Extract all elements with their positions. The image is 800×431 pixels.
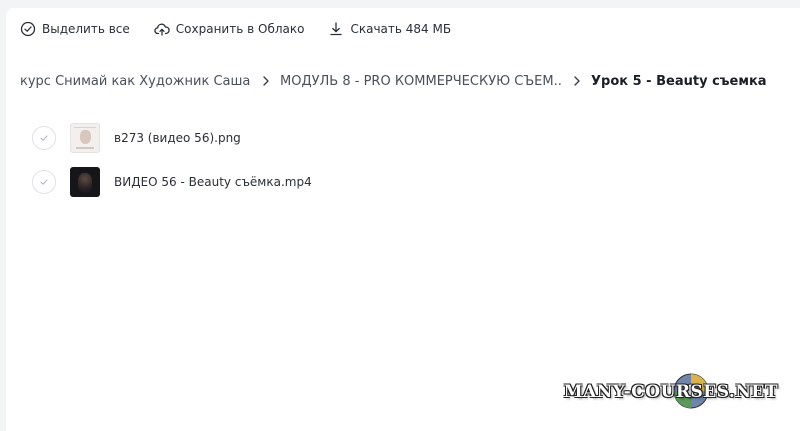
- watermark-text: MANY-COURSES.NET: [563, 382, 778, 402]
- file-select-checkbox[interactable]: [32, 170, 56, 194]
- cloud-upload-icon: [154, 23, 170, 36]
- save-to-cloud-label: Сохранить в Облако: [175, 22, 305, 36]
- file-row[interactable]: в273 (видео 56).png: [32, 116, 432, 160]
- breadcrumb-item-course[interactable]: курс Снимай как Художник Саша ко...: [20, 74, 252, 89]
- file-name: ВИДЕО 56 - Beauty съёмка.mp4: [114, 175, 312, 189]
- download-label: Скачать 484 МБ: [350, 22, 452, 36]
- save-to-cloud-button[interactable]: Сохранить в Облако: [154, 21, 305, 37]
- file-select-checkbox[interactable]: [32, 126, 56, 150]
- file-list: в273 (видео 56).png ВИДЕО 56 - Beauty съ…: [32, 116, 432, 204]
- select-all-label: Выделить все: [42, 22, 130, 36]
- video-thumbnail: [70, 167, 100, 197]
- watermark: MANY-COURSES.NET: [564, 382, 778, 402]
- breadcrumb-item-module[interactable]: МОДУЛЬ 8 - PRO КОММЕРЧЕСКУЮ СЪЕМ...: [280, 74, 563, 89]
- breadcrumb: курс Снимай как Художник Саша ко... МОДУ…: [20, 70, 767, 92]
- download-icon: [330, 22, 343, 36]
- file-name: в273 (видео 56).png: [114, 131, 241, 145]
- breadcrumb-item-current: Урок 5 - Beauty съемка: [591, 73, 767, 89]
- image-thumbnail: [70, 123, 100, 153]
- check-icon: [40, 135, 48, 141]
- chevron-right-icon: [563, 73, 591, 89]
- toolbar: Выделить все Сохранить в Облако Скачать …: [20, 18, 475, 40]
- file-row[interactable]: ВИДЕО 56 - Beauty съёмка.mp4: [32, 160, 432, 204]
- chevron-right-icon: [252, 73, 280, 89]
- check-icon: [40, 179, 48, 185]
- check-circle-icon: [20, 21, 36, 37]
- select-all-button[interactable]: Выделить все: [20, 21, 130, 37]
- download-button[interactable]: Скачать 484 МБ: [328, 21, 451, 37]
- file-browser-panel: Выделить все Сохранить в Облако Скачать …: [6, 8, 800, 431]
